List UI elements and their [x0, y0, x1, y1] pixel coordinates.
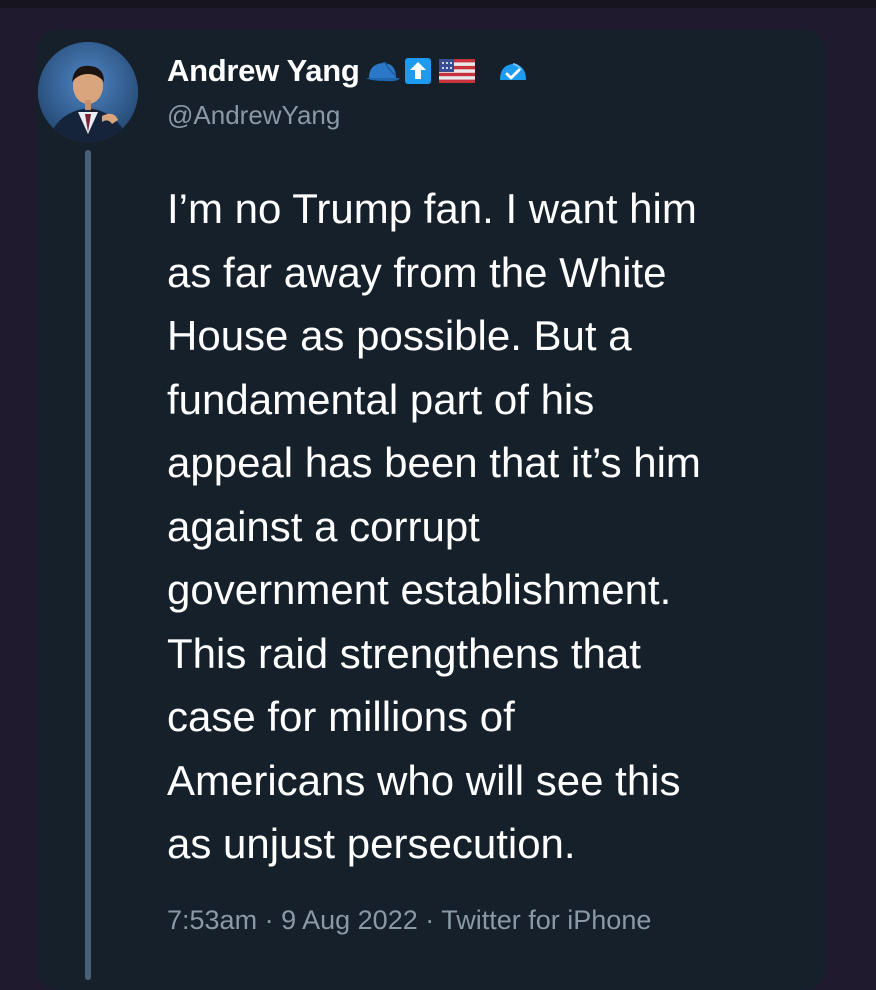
tweet-date[interactable]: 9 Aug 2022	[281, 905, 418, 935]
tweet-text-line: House as possible. But a	[167, 312, 632, 359]
up-arrow-icon	[404, 58, 431, 84]
tweet-text-line: Americans who will see this	[167, 756, 681, 804]
meta-separator: ·	[425, 905, 435, 935]
us-flag-icon	[438, 59, 475, 83]
tweet-text-line: government establishment.	[167, 566, 672, 613]
tweet-metadata: 7:53am · 9 Aug 2022 · Twitter for iPhone	[167, 905, 651, 936]
author-avatar[interactable]	[38, 42, 138, 142]
tweet-text-line: appeal has been that it’s him	[167, 439, 701, 486]
tweet-source[interactable]: Twitter for iPhone	[441, 905, 651, 935]
tweet-text-line: against a corrupt	[167, 502, 480, 550]
author-name-row[interactable]: Andrew Yang	[167, 50, 529, 92]
meta-separator: ·	[264, 905, 274, 935]
thread-connector-line	[85, 150, 91, 980]
tweet-time[interactable]: 7:53am	[167, 905, 257, 935]
tweet-text-line: as unjust persecution.	[167, 820, 576, 867]
author-display-name[interactable]: Andrew Yang	[167, 53, 360, 89]
tweet-text-line: case for millions of	[167, 693, 515, 740]
tweet-text-line: fundamental part of his	[167, 375, 595, 423]
tweet-text-line: This raid strengthens that	[167, 629, 641, 677]
blue-cap-icon	[365, 56, 403, 86]
author-handle[interactable]: @AndrewYang	[167, 100, 340, 131]
tweet-text-line: as far away from the White	[167, 248, 667, 296]
tweet-text: I’m no Trump fan. I want him as far away…	[167, 177, 817, 876]
verified-badge-icon[interactable]	[497, 56, 529, 86]
tweet-text-line: I’m no Trump fan. I want him	[167, 185, 697, 232]
window-top-strip	[0, 0, 876, 8]
